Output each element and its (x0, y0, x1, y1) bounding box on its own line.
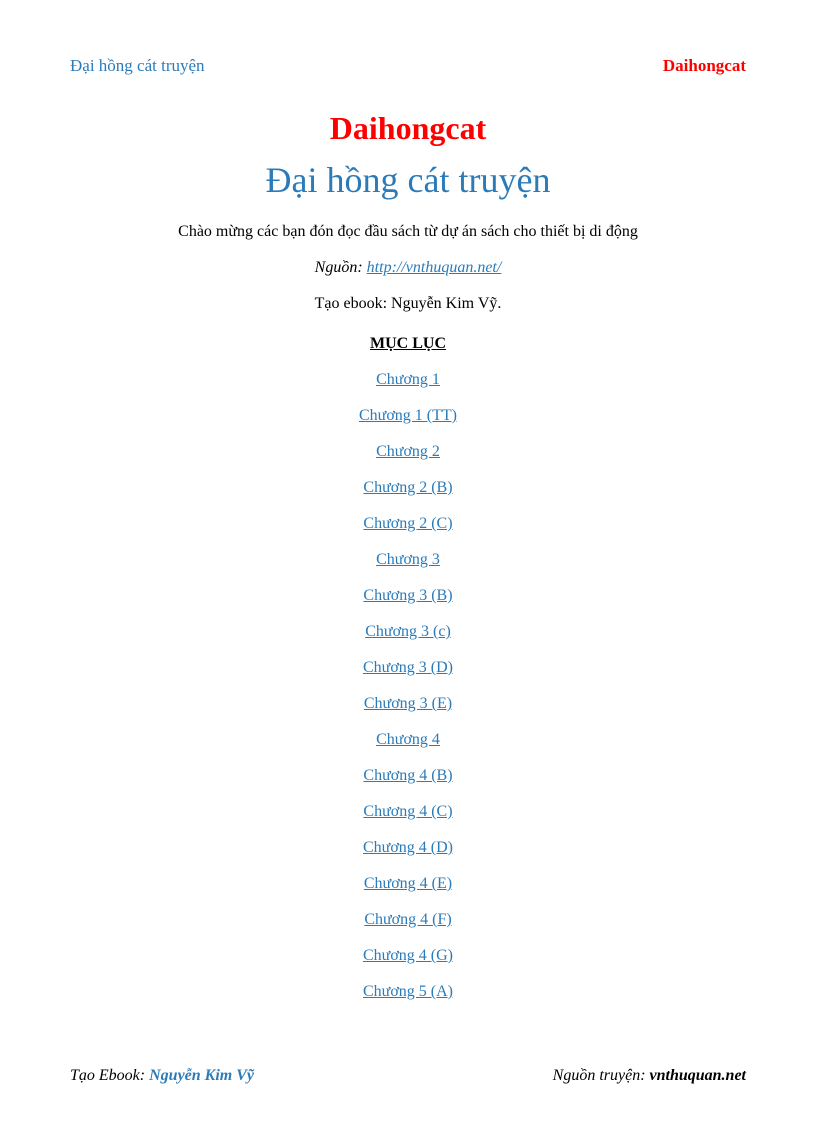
toc-item[interactable]: Chương 3 (E) (70, 695, 746, 713)
toc-item[interactable]: Chương 1 (TT) (70, 407, 746, 425)
intro-text: Chào mừng các bạn đón đọc đầu sách từ dự… (70, 223, 746, 241)
toc-item[interactable]: Chương 4 (70, 731, 746, 749)
page-footer: Tạo Ebook: Nguyễn Kim Vỹ Nguồn truyện: v… (70, 1067, 746, 1085)
footer-right-label: Nguồn truyện (553, 1067, 641, 1084)
toc-item[interactable]: Chương 3 (B) (70, 587, 746, 605)
footer-sep: : (640, 1067, 649, 1084)
ebook-creator: Tạo ebook: Nguyễn Kim Vỹ. (70, 295, 746, 313)
toc-item[interactable]: Chương 1 (70, 371, 746, 389)
footer-left-label: Tạo Ebook (70, 1067, 140, 1084)
toc-item[interactable]: Chương 2 (C) (70, 515, 746, 533)
toc-list: Chương 1 Chương 1 (TT) Chương 2 Chương 2… (70, 371, 746, 1001)
toc-item[interactable]: Chương 2 (B) (70, 479, 746, 497)
header-right-author: Daihongcat (663, 56, 746, 76)
footer-right-source: vnthuquan.net (650, 1067, 746, 1084)
toc-heading: MỤC LỤC (70, 335, 746, 353)
toc-item[interactable]: Chương 2 (70, 443, 746, 461)
toc-item[interactable]: Chương 4 (F) (70, 911, 746, 929)
source-link[interactable]: http://vnthuquan.net/ (367, 259, 502, 276)
footer-right: Nguồn truyện: vnthuquan.net (553, 1067, 746, 1085)
title-book: Đại hồng cát truyện (70, 159, 746, 201)
source-label: Nguồn: (315, 259, 367, 276)
toc-item[interactable]: Chương 3 (70, 551, 746, 569)
footer-left-name: Nguyễn Kim Vỹ (149, 1067, 254, 1084)
source-line: Nguồn: http://vnthuquan.net/ (70, 259, 746, 277)
toc-item[interactable]: Chương 4 (D) (70, 839, 746, 857)
toc-item[interactable]: Chương 5 (A) (70, 983, 746, 1001)
toc-item[interactable]: Chương 4 (G) (70, 947, 746, 965)
toc-item[interactable]: Chương 4 (B) (70, 767, 746, 785)
footer-left: Tạo Ebook: Nguyễn Kim Vỹ (70, 1067, 254, 1085)
toc-item[interactable]: Chương 3 (D) (70, 659, 746, 677)
toc-item[interactable]: Chương 4 (C) (70, 803, 746, 821)
toc-item[interactable]: Chương 3 (c) (70, 623, 746, 641)
toc-item[interactable]: Chương 4 (E) (70, 875, 746, 893)
page-header: Đại hồng cát truyện Daihongcat (70, 56, 746, 76)
footer-sep: : (140, 1067, 149, 1084)
header-left-title: Đại hồng cát truyện (70, 56, 205, 76)
title-author: Daihongcat (70, 110, 746, 147)
